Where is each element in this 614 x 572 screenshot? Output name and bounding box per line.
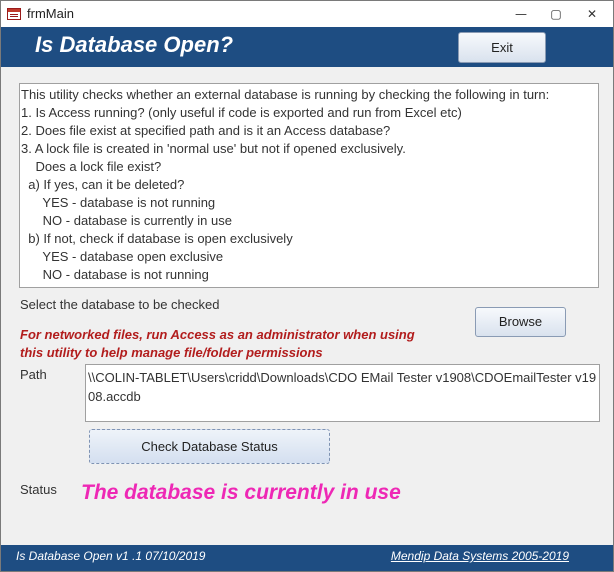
company-link[interactable]: Mendip Data Systems 2005-2019 xyxy=(391,549,569,563)
info-textbox[interactable]: This utility checks whether an external … xyxy=(19,83,599,288)
maximize-icon[interactable]: ▢ xyxy=(541,4,571,24)
info-line: b) If not, check if database is open exc… xyxy=(21,231,293,246)
info-line: YES - database is not running xyxy=(21,195,216,210)
main-window: frmMain — ▢ ✕ Is Database Open? Exit Thi… xyxy=(0,0,614,572)
admin-warning: For networked files, run Access as an ad… xyxy=(20,327,415,360)
footer-bar: Is Database Open v1 .1 07/10/2019 Mendip… xyxy=(1,545,613,571)
info-line: NO - database is not running xyxy=(21,267,209,282)
info-line: a) If yes, can it be deleted? xyxy=(21,177,185,192)
window-title: frmMain xyxy=(27,6,74,21)
path-label: Path xyxy=(20,367,47,382)
info-line: 3. A lock file is created in 'normal use… xyxy=(21,141,406,156)
header-bar: Is Database Open? Exit xyxy=(1,27,613,67)
status-label: Status xyxy=(20,482,57,497)
info-line: NO - database is currently in use xyxy=(21,213,232,228)
close-icon[interactable]: ✕ xyxy=(577,4,607,24)
select-db-label: Select the database to be checked xyxy=(20,297,220,312)
version-text: Is Database Open v1 .1 07/10/2019 xyxy=(16,549,206,563)
info-line: YES - database open exclusive xyxy=(21,249,224,264)
check-status-button[interactable]: Check Database Status xyxy=(89,429,330,464)
info-line: 2. Does file exist at specified path and… xyxy=(21,123,391,138)
title-bar: frmMain — ▢ ✕ xyxy=(1,1,613,27)
info-line: Does a lock file exist? xyxy=(21,159,162,174)
info-line: 1. Is Access running? (only useful if co… xyxy=(21,105,462,120)
exit-button[interactable]: Exit xyxy=(458,32,546,63)
status-value: The database is currently in use xyxy=(81,481,401,504)
path-field[interactable]: \\COLIN-TABLET\Users\cridd\Downloads\CDO… xyxy=(85,364,600,422)
minimize-icon[interactable]: — xyxy=(506,4,536,24)
app-title: Is Database Open? xyxy=(35,32,234,57)
browse-button[interactable]: Browse xyxy=(475,307,566,337)
info-line: This utility checks whether an external … xyxy=(21,87,550,102)
form-icon xyxy=(7,8,21,20)
